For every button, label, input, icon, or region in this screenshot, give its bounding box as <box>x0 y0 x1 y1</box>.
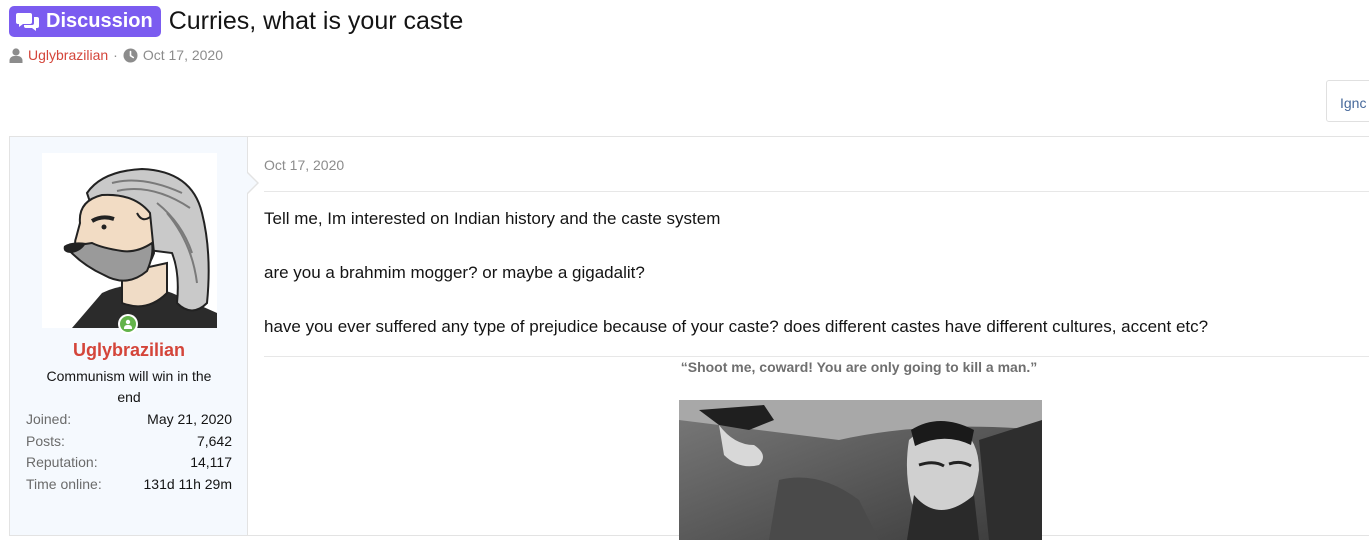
stat-time-online: Time online: 131d 11h 29m <box>26 474 232 496</box>
post-paragraph: have you ever suffered any type of preju… <box>264 317 1209 336</box>
title-row: Discussion Curries, what is your caste <box>9 4 1369 38</box>
online-user-icon <box>120 316 136 332</box>
post-divider <box>264 191 1369 192</box>
prefix-label: Discussion <box>46 9 153 32</box>
stat-label: Joined: <box>26 411 72 427</box>
post-image[interactable] <box>679 400 1042 540</box>
stat-label: Posts: <box>26 432 65 449</box>
discussion-prefix-badge[interactable]: Discussion <box>9 5 161 37</box>
post-date-link[interactable]: Oct 17, 2020 <box>264 157 1369 177</box>
user-stats: Joined: May 21, 2020 Posts: 7,642 Reputa… <box>26 409 232 495</box>
stat-posts: Posts: 7,642 <box>26 431 232 453</box>
image-caption: “Shoot me, coward! You are only going to… <box>680 359 1038 375</box>
thread-date-link[interactable]: Oct 17, 2020 <box>143 47 223 63</box>
meta-separator: · <box>113 47 118 63</box>
user-cell: Uglybrazilian Communism will win in the … <box>10 137 248 535</box>
post: Uglybrazilian Communism will win in the … <box>9 136 1369 540</box>
stat-joined: Joined: May 21, 2020 <box>26 409 232 431</box>
stat-label: Time online: <box>26 475 102 492</box>
thread-meta: Uglybrazilian · Oct 17, 2020 <box>9 47 1369 63</box>
post-divider <box>264 356 1369 357</box>
user-title: Communism will win in the end <box>46 368 212 405</box>
stat-reputation: Reputation: 14,117 <box>26 452 232 474</box>
thread-header: Discussion Curries, what is your caste U… <box>9 4 1369 63</box>
post-main: Oct 17, 2020 Tell me, Im interested on I… <box>264 137 1369 540</box>
stat-label: Reputation: <box>26 454 98 470</box>
post-paragraph: are you a brahmim mogger? or maybe a gig… <box>264 263 645 282</box>
user-icon <box>9 47 23 63</box>
clock-icon <box>123 48 138 63</box>
post-username[interactable]: Uglybrazilian <box>10 340 248 361</box>
stat-value: 131d 11h 29m <box>143 475 232 492</box>
post-paragraph: Tell me, Im interested on Indian history… <box>264 209 721 228</box>
user-cell-arrow <box>246 171 259 195</box>
stat-value: May 21, 2020 <box>147 411 232 427</box>
online-indicator <box>118 314 138 334</box>
ignore-button[interactable]: Ignc <box>1326 80 1369 122</box>
stat-value[interactable]: 7,642 <box>197 431 232 453</box>
comments-icon <box>16 11 40 31</box>
avatar[interactable] <box>42 153 217 328</box>
stat-value: 14,117 <box>190 454 232 470</box>
thread-title: Curries, what is your caste <box>168 6 464 35</box>
post-body: Tell me, Im interested on Indian history… <box>264 206 1369 340</box>
thread-author-link[interactable]: Uglybrazilian <box>28 47 108 63</box>
